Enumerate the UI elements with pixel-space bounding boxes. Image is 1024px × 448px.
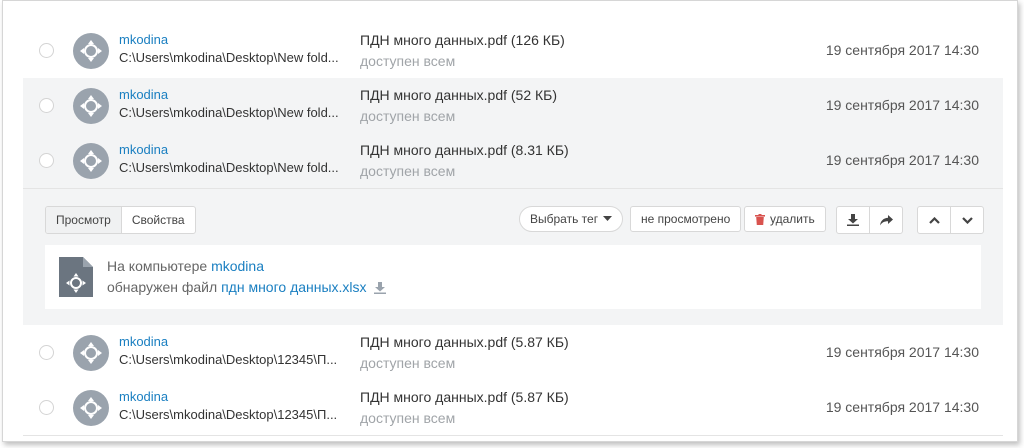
access-status: доступен всем (360, 163, 456, 179)
tab-preview[interactable]: Просмотр (46, 207, 122, 233)
computer-user-link[interactable]: mkodina (211, 258, 264, 274)
list-item[interactable]: mkodina C:\Users\mkodina\Desktop\New fol… (23, 133, 1003, 189)
file-path: C:\Users\mkodina\Desktop\New fold... (119, 160, 339, 175)
not-viewed-label: не просмотрено (641, 212, 731, 226)
file-path: C:\Users\mkodina\Desktop\New fold... (119, 50, 339, 65)
row-select-radio[interactable] (39, 153, 54, 168)
found-file-prefix: обнаружен файл (107, 279, 218, 295)
not-viewed-button[interactable]: не просмотрено (630, 206, 742, 232)
computer-info-prefix: На компьютере (107, 258, 208, 274)
tab-properties[interactable]: Свойства (122, 207, 195, 233)
timestamp: 19 сентября 2017 14:30 (825, 97, 979, 113)
access-status: доступен всем (360, 355, 456, 371)
crosshair-icon (73, 88, 109, 124)
document-crosshair-icon (59, 257, 93, 297)
access-status: доступен всем (360, 410, 456, 426)
download-button[interactable] (837, 207, 869, 233)
delete-label: удалить (770, 212, 815, 226)
computer-info: На компьютере mkodina (107, 258, 264, 274)
next-button[interactable] (950, 207, 983, 233)
access-status: доступен всем (360, 108, 456, 124)
detail-panel: Просмотр Свойства Выбрать тег не просмот… (23, 189, 1003, 326)
file-name: ПДН много данных.pdf (126 КБ) (360, 32, 565, 48)
list-item[interactable]: mkodina C:\Users\mkodina\Desktop\New fol… (23, 78, 1003, 134)
crosshair-icon (73, 390, 109, 426)
list-item[interactable]: mkodina C:\Users\mkodina\Desktop\12345\П… (23, 380, 1003, 436)
row-select-radio[interactable] (39, 400, 54, 415)
file-name: ПДН много данных.pdf (5.87 КБ) (360, 389, 569, 405)
file-path: C:\Users\mkodina\Desktop\12345\П... (119, 352, 338, 367)
select-tag-dropdown[interactable]: Выбрать тег (519, 206, 624, 232)
chevron-down-icon (961, 216, 973, 224)
delete-button[interactable]: удалить (744, 206, 826, 232)
list-item[interactable]: mkodina C:\Users\mkodina\Desktop\12345\П… (23, 325, 1003, 381)
timestamp: 19 сентября 2017 14:30 (825, 152, 979, 168)
file-name: ПДН много данных.pdf (8.31 КБ) (360, 142, 569, 158)
crosshair-icon (73, 335, 109, 371)
found-file-link[interactable]: пдн много данных.xlsx (221, 279, 366, 295)
caret-down-icon (603, 216, 613, 221)
crosshair-icon (73, 33, 109, 69)
file-name: ПДН много данных.pdf (5.87 КБ) (360, 334, 569, 350)
crosshair-icon (73, 143, 109, 179)
select-tag-label: Выбрать тег (530, 212, 599, 226)
file-list-panel: mkodina C:\Users\mkodina\Desktop\New fol… (2, 0, 1018, 442)
row-select-radio[interactable] (39, 43, 54, 58)
chevron-up-icon (928, 216, 940, 224)
file-path: C:\Users\mkodina\Desktop\New fold... (119, 105, 339, 120)
row-select-radio[interactable] (39, 345, 54, 360)
user-link[interactable]: mkodina (119, 32, 168, 47)
user-link[interactable]: mkodina (119, 389, 168, 404)
share-arrow-icon (879, 214, 893, 225)
user-link[interactable]: mkodina (119, 87, 168, 102)
row-select-radio[interactable] (39, 98, 54, 113)
file-name: ПДН много данных.pdf (52 КБ) (360, 87, 558, 103)
timestamp: 19 сентября 2017 14:30 (825, 344, 979, 360)
user-link[interactable]: mkodina (119, 334, 168, 349)
previous-button[interactable] (918, 207, 950, 233)
share-button[interactable] (869, 207, 902, 233)
timestamp: 19 сентября 2017 14:30 (825, 42, 979, 58)
download-share-group (836, 206, 903, 234)
file-path: C:\Users\mkodina\Desktop\12345\П... (119, 407, 338, 422)
access-status: доступен всем (360, 53, 456, 69)
navigation-group (917, 206, 984, 234)
trash-icon (755, 213, 765, 225)
timestamp: 19 сентября 2017 14:30 (825, 399, 979, 415)
download-icon[interactable] (374, 282, 387, 295)
user-link[interactable]: mkodina (119, 142, 168, 157)
found-file-info: обнаружен файл пдн много данных.xlsx (107, 279, 387, 295)
list-item[interactable]: mkodina C:\Users\mkodina\Desktop\New fol… (23, 23, 1003, 79)
download-icon (847, 214, 859, 226)
detail-tabs: Просмотр Свойства (45, 206, 196, 234)
preview-content: На компьютере mkodina обнаружен файл пдн… (45, 245, 981, 309)
